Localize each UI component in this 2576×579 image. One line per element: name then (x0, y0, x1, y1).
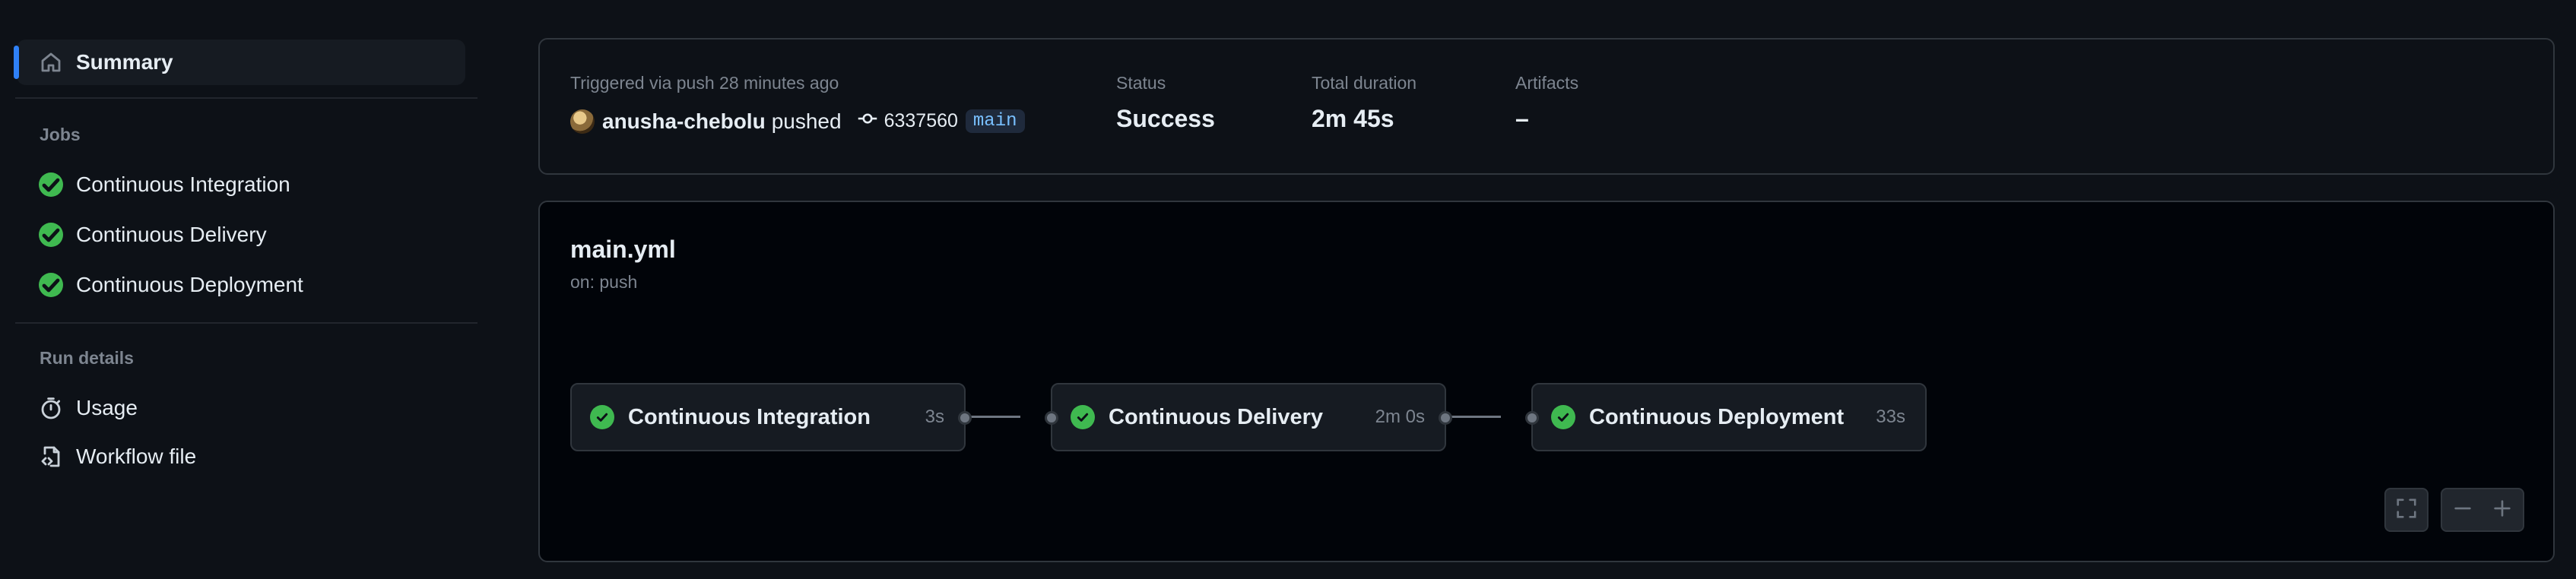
fullscreen-icon (2395, 497, 2418, 524)
avatar[interactable] (570, 109, 595, 134)
trigger-details: anusha-chebolu pushed 6337560 main (570, 108, 1025, 134)
stopwatch-icon (38, 395, 64, 421)
artifacts-label: Artifacts (1515, 73, 1579, 93)
zoom-controls (2441, 488, 2524, 532)
input-port (1045, 411, 1058, 425)
duration-label: Total duration (1312, 73, 1417, 93)
workflow-run-page: Summary Jobs Continuous Integration Cont… (0, 0, 2576, 579)
commit-link[interactable]: 6337560 (857, 108, 958, 134)
job-status-icon-wrap (38, 172, 64, 198)
input-port (1525, 411, 1539, 425)
branch-badge[interactable]: main (965, 109, 1025, 133)
sidebar-item-label: Continuous Delivery (76, 223, 267, 246)
job-name: Continuous Delivery (1109, 404, 1323, 429)
sidebar-item-label: Continuous Deployment (76, 273, 303, 296)
duration-value: 2m 45s (1312, 105, 1394, 132)
sidebar-divider (15, 322, 477, 324)
job-duration: 3s (925, 407, 944, 427)
check-circle-icon (39, 223, 63, 247)
run-summary-card: Triggered via push 28 minutes ago anusha… (538, 38, 2555, 175)
job-node-continuous-integration[interactable]: Continuous Integration 3s (570, 383, 972, 451)
minus-icon (2451, 497, 2474, 524)
fullscreen-button[interactable] (2384, 488, 2428, 532)
sidebar: Summary Jobs Continuous Integration Cont… (0, 0, 479, 579)
job-duration: 33s (1876, 407, 1905, 427)
sidebar-item-summary[interactable]: Summary (14, 40, 465, 85)
job-name: Continuous Integration (628, 404, 871, 429)
workflow-file-title[interactable]: main.yml (570, 236, 676, 264)
sidebar-item-continuous-delivery[interactable]: Continuous Delivery (17, 212, 465, 258)
job-node-continuous-deployment[interactable]: Continuous Deployment 33s (1525, 383, 1927, 451)
run-details-heading: Run details (40, 348, 134, 368)
zoom-in-button[interactable] (2482, 489, 2522, 530)
job-duration: 2m 0s (1375, 407, 1425, 427)
trigger-text: Triggered via push 28 minutes ago (570, 73, 839, 93)
artifacts-value: – (1515, 105, 1529, 132)
graph-edge (967, 416, 1020, 418)
job-node-continuous-delivery[interactable]: Continuous Delivery 2m 0s (1045, 383, 1452, 451)
status-label: Status (1116, 73, 1166, 93)
plus-icon (2491, 497, 2514, 524)
sidebar-item-label: Workflow file (76, 445, 197, 468)
graph-edge (1448, 416, 1501, 418)
status-value: Success (1116, 105, 1215, 132)
file-code-icon (38, 444, 64, 470)
sidebar-item-label: Continuous Integration (76, 172, 290, 196)
home-icon (38, 49, 64, 75)
workflow-graph-card: main.yml on: push Continuous Integration… (538, 201, 2555, 562)
sidebar-item-label: Summary (76, 50, 173, 74)
sidebar-item-workflow-file[interactable]: Workflow file (17, 434, 465, 479)
git-commit-icon (857, 108, 884, 134)
check-circle-icon (39, 273, 63, 297)
output-port (1439, 411, 1452, 425)
trigger-action: pushed (771, 109, 842, 133)
check-circle-icon (590, 405, 614, 429)
check-circle-icon (39, 172, 63, 197)
workflow-trigger: on: push (570, 272, 638, 292)
active-indicator (14, 46, 19, 79)
sidebar-item-continuous-integration[interactable]: Continuous Integration (17, 162, 465, 207)
zoom-out-button[interactable] (2443, 489, 2482, 530)
job-status-icon-wrap (38, 272, 64, 298)
job-name: Continuous Deployment (1589, 404, 1845, 429)
actor-link[interactable]: anusha-chebolu (602, 109, 766, 134)
sidebar-item-usage[interactable]: Usage (17, 385, 465, 431)
sidebar-item-continuous-deployment[interactable]: Continuous Deployment (17, 262, 465, 308)
jobs-heading: Jobs (40, 125, 81, 144)
job-status-icon-wrap (38, 222, 64, 248)
check-circle-icon (1071, 405, 1095, 429)
check-circle-icon (1551, 405, 1575, 429)
sidebar-item-label: Usage (76, 396, 138, 419)
commit-sha: 6337560 (884, 110, 958, 131)
sidebar-divider (15, 97, 477, 99)
output-port (958, 411, 972, 425)
